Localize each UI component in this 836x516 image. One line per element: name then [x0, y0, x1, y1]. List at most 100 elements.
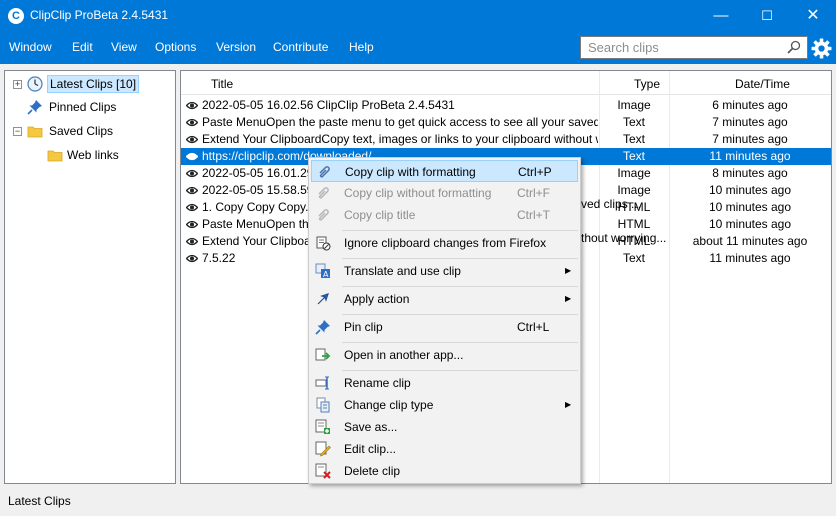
clip-title: 2022-05-05 16.02.56 ClipClip ProBeta 2.4…: [202, 98, 455, 112]
title-bar: C ClipClip ProBeta 2.4.5431 — ☐ ✕: [0, 0, 836, 32]
submenu-arrow-icon: ▶: [565, 294, 572, 303]
menu-version[interactable]: Version: [216, 40, 256, 54]
close-button[interactable]: ✕: [790, 0, 836, 32]
ignore-clipboard-icon: [316, 236, 331, 251]
gear-icon[interactable]: [811, 38, 832, 59]
clip-type: Text: [622, 251, 645, 265]
menu-contribute[interactable]: Contribute: [273, 40, 328, 54]
maximize-button[interactable]: ☐: [744, 0, 790, 32]
eye-icon: [186, 101, 198, 110]
menu-item-label: Save as...: [344, 420, 398, 434]
menu-item-copy-with-formatting[interactable]: Copy clip with formatting Ctrl+P: [311, 160, 578, 182]
eye-icon: [186, 186, 198, 195]
clip-date: 10 minutes ago: [708, 183, 792, 197]
tree-label: Latest Clips [10]: [47, 75, 140, 93]
clip-date: 11 minutes ago: [709, 251, 791, 265]
clip-date: 10 minutes ago: [708, 217, 792, 231]
column-header-title[interactable]: Title: [211, 77, 233, 91]
window-title: ClipClip ProBeta 2.4.5431: [30, 8, 169, 22]
pin-icon: [27, 100, 42, 115]
menu-item-change-clip-type[interactable]: Change clip type ▶: [311, 394, 578, 416]
eye-icon: [186, 118, 198, 127]
menu-item-pin-clip[interactable]: Pin clip Ctrl+L: [311, 316, 578, 338]
menu-separator: [342, 370, 578, 371]
eye-icon: [186, 237, 198, 246]
menu-separator: [342, 258, 578, 259]
table-row[interactable]: Paste MenuOpen the paste menu to get qui…: [181, 114, 831, 131]
column-header-type[interactable]: Type: [634, 77, 660, 91]
folder-tree[interactable]: + Latest Clips [10] Pinned Clips − Saved…: [4, 70, 176, 484]
status-text: Latest Clips: [8, 494, 71, 508]
context-menu: Copy clip with formatting Ctrl+P Copy cl…: [308, 157, 581, 484]
column-header-date[interactable]: Date/Time: [735, 77, 790, 91]
menu-separator: [342, 314, 578, 315]
open-app-icon: [315, 348, 331, 361]
menu-item-open-in-another-app[interactable]: Open in another app...: [311, 344, 578, 366]
menu-item-edit-clip[interactable]: Edit clip...: [311, 438, 578, 460]
eye-icon: [186, 169, 198, 178]
clip-date: about 11 minutes ago: [692, 234, 808, 248]
menu-item-translate[interactable]: A Translate and use clip ▶: [311, 260, 578, 282]
menu-separator: [342, 286, 578, 287]
clock-icon: [27, 76, 43, 92]
search-input[interactable]: Search clips: [580, 36, 808, 59]
expand-icon[interactable]: +: [13, 80, 22, 89]
action-arrow-icon: [317, 293, 329, 305]
tree-item-latest-clips[interactable]: + Latest Clips [10]: [5, 74, 173, 94]
menu-edit[interactable]: Edit: [72, 40, 93, 54]
tree-label: Web links: [67, 148, 119, 162]
menu-window[interactable]: Window: [9, 40, 52, 54]
clip-date: 7 minutes ago: [712, 132, 788, 146]
submenu-arrow-icon: ▶: [565, 400, 572, 409]
menu-item-save-as[interactable]: Save as...: [311, 416, 578, 438]
collapse-icon[interactable]: −: [13, 127, 22, 136]
rename-icon: [315, 376, 329, 390]
pin-icon: [315, 320, 330, 335]
search-placeholder: Search clips: [588, 40, 659, 55]
clip-type: Text: [622, 132, 645, 146]
save-icon: [315, 419, 330, 434]
paperclip-icon: [319, 166, 330, 178]
clip-date: 11 minutes ago: [709, 149, 791, 163]
menu-item-shortcut: Ctrl+T: [517, 208, 550, 222]
menu-item-copy-without-formatting[interactable]: Copy clip without formatting Ctrl+F: [311, 182, 578, 204]
menu-item-label: Ignore clipboard changes from Firefox: [344, 236, 547, 250]
clipclip-logo-icon: C: [8, 8, 24, 24]
menu-item-label: Open in another app...: [344, 348, 464, 362]
clip-type: Image: [617, 98, 651, 112]
menu-item-ignore-firefox[interactable]: Ignore clipboard changes from Firefox: [311, 232, 578, 254]
table-row[interactable]: 2022-05-05 16.02.56 ClipClip ProBeta 2.4…: [181, 97, 831, 114]
menu-item-copy-title[interactable]: Copy clip title Ctrl+T: [311, 204, 578, 226]
translate-icon: A: [315, 263, 330, 279]
menu-item-rename-clip[interactable]: Rename clip: [311, 372, 578, 394]
menu-item-delete-clip[interactable]: Delete clip: [311, 460, 578, 482]
clip-type: Image: [617, 166, 651, 180]
menu-separator: [342, 230, 578, 231]
minimize-button[interactable]: —: [698, 0, 744, 32]
tree-item-saved-clips[interactable]: − Saved Clips: [5, 121, 173, 141]
menu-options[interactable]: Options: [155, 40, 196, 54]
menu-item-apply-action[interactable]: Apply action ▶: [311, 288, 578, 310]
paperclip-icon: [318, 209, 329, 221]
clip-date: 7 minutes ago: [712, 115, 788, 129]
tree-label: Pinned Clips: [49, 100, 117, 114]
eye-icon: [186, 254, 198, 263]
menu-separator: [342, 342, 578, 343]
row-overflow-text: ved clips ...: [581, 197, 642, 211]
search-icon[interactable]: [787, 40, 801, 54]
menu-view[interactable]: View: [111, 40, 137, 54]
folder-icon: [27, 126, 43, 138]
list-header: Title Type Date/Time: [181, 71, 831, 95]
row-overflow-text: thout worrying...: [581, 231, 667, 245]
clip-type: Text: [622, 149, 645, 163]
menu-help[interactable]: Help: [349, 40, 374, 54]
menu-item-shortcut: Ctrl+L: [517, 320, 550, 334]
table-row[interactable]: Extend Your ClipboardCopy text, images o…: [181, 131, 831, 148]
clip-title: Paste MenuOpen the paste menu to get qui…: [202, 115, 598, 129]
tree-label: Saved Clips: [49, 124, 114, 138]
paperclip-icon: [318, 187, 329, 199]
eye-icon: [186, 203, 198, 212]
clip-date: 6 minutes ago: [712, 98, 788, 112]
tree-item-pinned-clips[interactable]: Pinned Clips: [5, 97, 173, 117]
tree-item-web-links[interactable]: Web links: [5, 145, 173, 165]
